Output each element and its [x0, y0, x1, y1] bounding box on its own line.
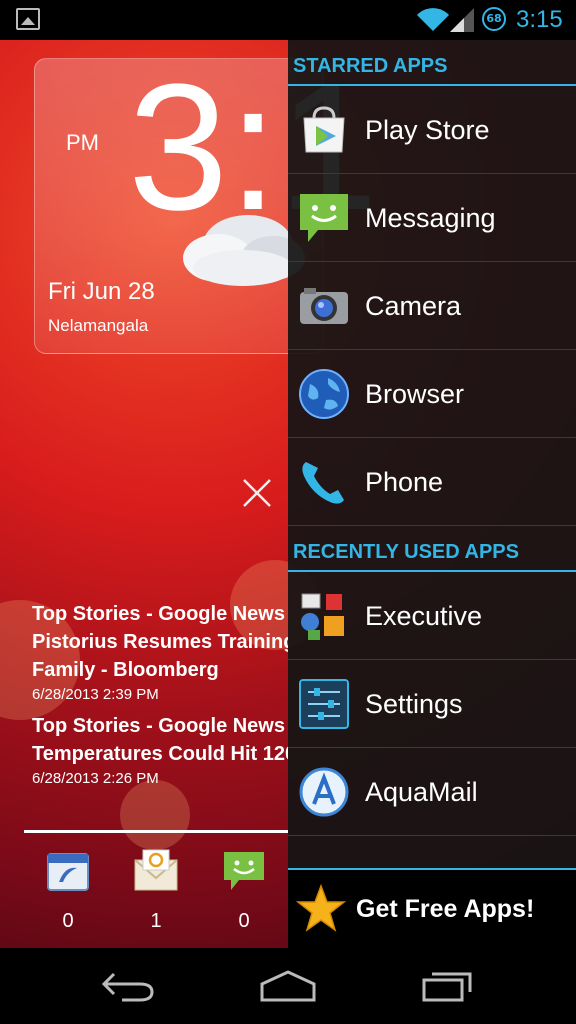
wallpaper-bokeh [120, 780, 190, 850]
app-label: Messaging [365, 203, 496, 233]
messaging-icon [224, 852, 264, 890]
calendar-count: 0 [62, 910, 74, 932]
app-row-phone[interactable]: Phone [288, 438, 576, 526]
app-row-play-store[interactable]: Play Store [288, 86, 576, 174]
settings-icon [299, 679, 349, 729]
news-source: Top Stories - Google News [32, 603, 285, 625]
news-headline: Pistorius Resumes Training Before Murder… [32, 631, 288, 681]
email-count: 1 [150, 910, 162, 932]
dock-item-calendar[interactable]: 0 [38, 848, 98, 933]
app-row-aquamail[interactable]: AquaMail [288, 748, 576, 836]
dock-item-email[interactable]: 1 [126, 848, 186, 933]
wifi-icon [417, 8, 449, 32]
navigation-bar [0, 948, 576, 1024]
app-row-messaging[interactable]: Messaging [288, 174, 576, 262]
starred-apps-header: STARRED APPS [288, 40, 576, 86]
browser-icon [299, 369, 349, 419]
home-icon[interactable] [258, 970, 318, 1002]
battery-icon: 68 [482, 7, 506, 31]
back-icon[interactable] [100, 970, 156, 1002]
camera-icon [300, 288, 348, 324]
phone-icon [302, 462, 344, 504]
get-free-apps-label: Get Free Apps! [356, 895, 535, 923]
close-icon[interactable] [240, 476, 274, 510]
messaging-icon [300, 194, 348, 242]
recent-apps-header: RECENTLY USED APPS [288, 526, 576, 572]
executive-icon [301, 593, 344, 640]
battery-level: 68 [486, 12, 502, 25]
email-icon [134, 849, 178, 891]
status-time: 3:15 [516, 6, 563, 33]
news-timestamp: 6/28/2013 2:39 PM [32, 686, 159, 703]
news-item[interactable]: Top Stories - Google News Temperatures C… [32, 712, 288, 790]
news-item[interactable]: Top Stories - Google News Pistorius Resu… [32, 600, 288, 706]
news-source: Top Stories - Google News [32, 715, 285, 737]
news-timestamp: 6/28/2013 2:26 PM [32, 770, 159, 787]
app-label: Play Store [365, 115, 490, 145]
app-row-browser[interactable]: Browser [288, 350, 576, 438]
clock-date: Fri Jun 28 [48, 278, 155, 305]
dock-divider [24, 830, 288, 833]
app-row-executive[interactable]: Executive [288, 572, 576, 660]
star-icon [296, 884, 346, 932]
messaging-count: 0 [238, 910, 250, 932]
signal-icon [450, 8, 474, 32]
app-label: AquaMail [365, 777, 478, 807]
app-label: Phone [365, 467, 444, 497]
status-bar: 68 3:15 [0, 0, 576, 40]
app-label: Executive [365, 601, 483, 631]
clock-ampm: PM [66, 130, 99, 155]
app-label: Settings [365, 689, 463, 719]
news-headline: Temperatures Could Hit 120 in the West -… [32, 743, 288, 765]
app-row-settings[interactable]: Settings [288, 660, 576, 748]
get-free-apps-button[interactable]: Get Free Apps! [288, 868, 576, 948]
clock-location: Nelamangala [48, 316, 149, 335]
app-drawer[interactable]: STARRED APPS Play Store Messaging Camera [288, 40, 576, 948]
app-label: Browser [365, 379, 465, 409]
calendar-icon [47, 853, 89, 891]
gallery-icon [16, 8, 40, 30]
app-label: Camera [365, 291, 462, 321]
recent-apps-icon[interactable] [420, 970, 476, 1002]
play-store-icon [303, 106, 345, 153]
dock-item-messaging[interactable]: 0 [214, 848, 274, 933]
app-row-camera[interactable]: Camera [288, 262, 576, 350]
aquamail-icon [299, 767, 349, 817]
